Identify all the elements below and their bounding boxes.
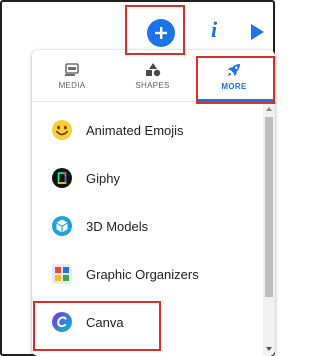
tab-bar: MEDIA SHAPES MORE	[32, 50, 275, 102]
list-item-label: 3D Models	[86, 218, 149, 234]
info-icon: i	[210, 17, 218, 42]
giphy-icon	[51, 167, 73, 189]
media-icon	[65, 62, 79, 76]
list-item-label: Graphic Organizers	[86, 266, 199, 282]
scrollbar[interactable]	[263, 103, 275, 356]
tab-more-label: MORE	[221, 81, 247, 91]
tab-more[interactable]: MORE	[193, 50, 275, 102]
scroll-thumb[interactable]	[265, 117, 273, 297]
plus-icon	[155, 27, 167, 39]
list-item-animated-emojis[interactable]: Animated Emojis	[32, 106, 263, 154]
more-panel: MEDIA SHAPES MORE Animated Emojis Giphy …	[32, 50, 275, 356]
top-toolbar: i	[2, 2, 277, 50]
emoji-icon	[51, 119, 73, 141]
canva-icon	[51, 311, 73, 333]
list-item-graphic-organizers[interactable]: Graphic Organizers	[32, 250, 263, 298]
scroll-up-icon[interactable]	[265, 105, 273, 113]
tab-shapes-label: SHAPES	[135, 80, 170, 90]
shapes-icon	[145, 62, 160, 76]
list-item-label: Canva	[86, 314, 124, 330]
list-item-label: Giphy	[86, 170, 120, 186]
scroll-down-icon[interactable]	[265, 345, 273, 353]
organizer-icon	[51, 263, 73, 285]
active-tab-indicator	[197, 99, 273, 102]
info-button[interactable]: i	[206, 16, 222, 44]
tab-shapes[interactable]: SHAPES	[112, 50, 193, 102]
tab-media[interactable]: MEDIA	[32, 50, 112, 102]
add-button[interactable]	[147, 19, 175, 47]
list-item-label: Animated Emojis	[86, 122, 184, 138]
tab-media-label: MEDIA	[58, 80, 86, 90]
more-list: Animated Emojis Giphy 3D Models Graphic …	[32, 103, 263, 356]
cube-icon	[51, 215, 73, 237]
app-frame: i MEDIA SHAPES MORE Animated Emojis Giph…	[0, 0, 275, 356]
list-item-giphy[interactable]: Giphy	[32, 154, 263, 202]
play-icon[interactable]	[248, 21, 266, 43]
list-item-3d-models[interactable]: 3D Models	[32, 202, 263, 250]
list-item-canva[interactable]: Canva	[32, 298, 263, 346]
rocket-icon	[228, 63, 240, 76]
